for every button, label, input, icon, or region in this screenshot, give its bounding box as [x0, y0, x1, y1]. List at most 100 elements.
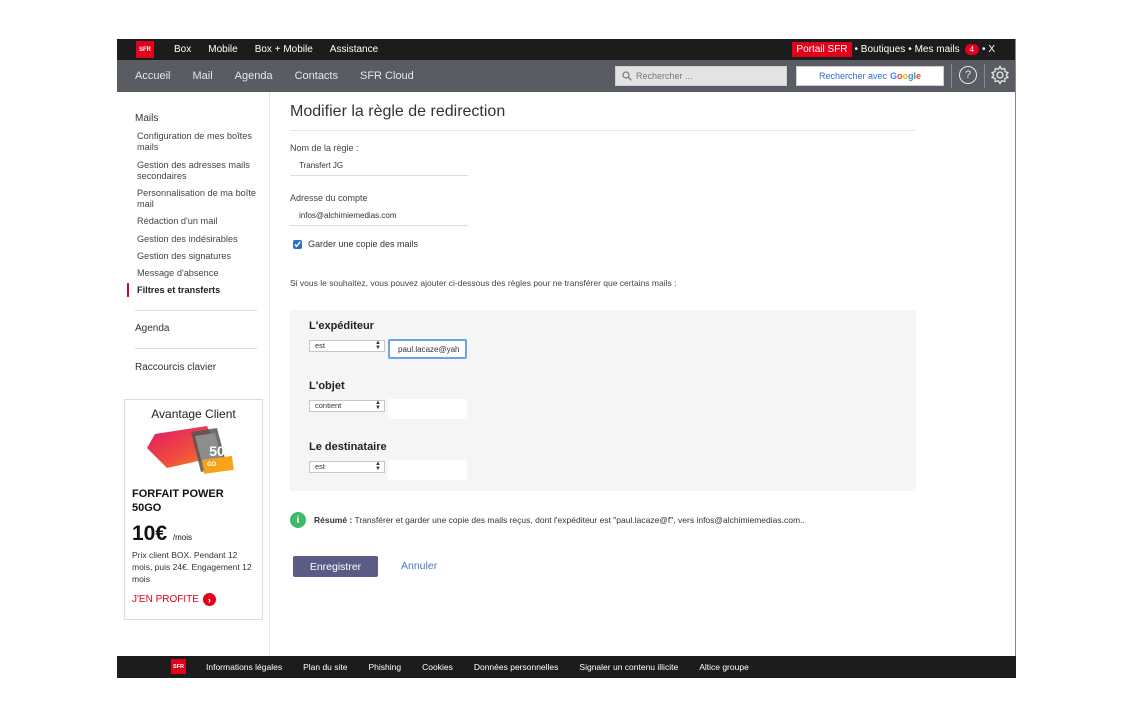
promo-title: Avantage Client — [151, 407, 236, 421]
nav-mail[interactable]: Mail — [192, 70, 212, 82]
rule-subject-title: L'objet — [309, 380, 345, 392]
title-divider — [290, 130, 916, 131]
promo-image-go: GO — [207, 462, 217, 468]
summary: i Résumé : Transférer et garder une copi… — [290, 512, 805, 528]
search-icon — [622, 71, 632, 81]
unread-mail-badge: 4 — [964, 44, 980, 55]
main-nav: Accueil Mail Agenda Contacts SFR Cloud — [135, 60, 414, 92]
top-nav-box[interactable]: Box — [174, 44, 191, 55]
nav-contacts[interactable]: Contacts — [295, 70, 338, 82]
top-nav: Box Mobile Box + Mobile Assistance — [174, 39, 378, 60]
rule-sender-title: L'expéditeur — [309, 320, 374, 332]
sidebar-section-raccourcis[interactable]: Raccourcis clavier — [135, 362, 216, 373]
page-title: Modifier la règle de redirection — [290, 103, 506, 120]
promo-description: Prix client BOX. Pendant 12 mois, puis 2… — [132, 550, 252, 584]
sidebar-item-signatures[interactable]: Gestion des signatures — [137, 251, 267, 262]
promo-price-unit: /mois — [172, 533, 193, 542]
cancel-link[interactable]: Annuler — [401, 560, 437, 572]
nav-accueil[interactable]: Accueil — [135, 70, 170, 82]
promo-image-50: 50 — [209, 443, 225, 459]
sidebar-item-indesirables[interactable]: Gestion des indésirables — [137, 234, 267, 245]
footer-link-altice[interactable]: Altice groupe — [699, 662, 749, 672]
keep-copy-checkbox[interactable] — [293, 239, 302, 249]
sfr-logo[interactable]: SFR — [136, 41, 154, 58]
promo-cta-link[interactable]: J'EN PROFITE › — [132, 593, 216, 606]
close-link[interactable]: • X — [982, 44, 995, 55]
top-nav-box-mobile[interactable]: Box + Mobile — [255, 44, 313, 55]
sidebar-divider — [135, 310, 257, 311]
top-nav-mobile[interactable]: Mobile — [208, 44, 237, 55]
sidebar-item-personnalisation[interactable]: Personnalisation de ma boîte mail — [137, 188, 267, 210]
save-button[interactable]: Enregistrer — [293, 556, 378, 577]
chevron-right-icon: › — [202, 593, 216, 606]
summary-text: Transférer et garder une copie des mails… — [354, 515, 805, 525]
sidebar-item-adresses-secondaires[interactable]: Gestion des adresses mails secondaires — [137, 160, 267, 182]
rule-subject-value-input[interactable] — [388, 399, 467, 419]
rule-recipient-title: Le destinataire — [309, 441, 387, 453]
rules-intro: Si vous le souhaitez, vous pouvez ajoute… — [290, 278, 677, 288]
footer-link-informations-legales[interactable]: Informations légales — [206, 662, 282, 672]
sidebar-item-filtres-transferts[interactable]: Filtres et transferts — [137, 285, 267, 296]
nav-divider — [984, 64, 985, 88]
rules-panel: L'expéditeur est ▲▼ L'objet contient ▲▼ … — [290, 310, 916, 491]
main-content: Modifier la règle de redirection Nom de … — [290, 92, 916, 652]
footer-link-phishing[interactable]: Phishing — [369, 662, 402, 672]
google-search-label: Rechercher avec — [818, 71, 887, 81]
rule-name-input[interactable] — [290, 156, 468, 176]
nav-divider — [951, 64, 952, 88]
keep-copy-option[interactable]: Garder une copie des mails — [293, 239, 418, 249]
info-icon: i — [290, 512, 306, 528]
nav-sfr-cloud[interactable]: SFR Cloud — [360, 70, 414, 82]
mes-mails-link[interactable]: • Mes mails — [908, 44, 959, 55]
account-input[interactable] — [290, 206, 468, 226]
footer-link-donnees-personnelles[interactable]: Données personnelles — [474, 662, 559, 672]
nav-agenda[interactable]: Agenda — [235, 70, 273, 82]
google-search-button[interactable]: Rechercher avec Google — [796, 66, 944, 86]
summary-label: Résumé : — [314, 515, 353, 525]
sidebar-section-mails[interactable]: Mails — [135, 113, 158, 124]
promo-card[interactable]: Avantage Client 50 GO FORFAIT POWER 50GO… — [124, 399, 263, 620]
rule-sender-value-input[interactable] — [388, 339, 467, 359]
sidebar-item-redaction[interactable]: Rédaction d'un mail — [137, 216, 267, 227]
promo-price: 10€ /mois — [132, 522, 192, 546]
footer: SFR Informations légales Plan du site Ph… — [117, 656, 1016, 678]
sidebar-section-agenda[interactable]: Agenda — [135, 323, 169, 334]
window-edge — [1015, 39, 1016, 656]
boutiques-link[interactable]: • Boutiques — [855, 44, 906, 55]
footer-links: Informations légales Plan du site Phishi… — [206, 656, 749, 678]
promo-price-value: 10€ — [132, 522, 168, 545]
rule-recipient-operator-value: est — [315, 462, 326, 471]
rule-sender-operator-value: est — [315, 341, 326, 350]
top-nav-assistance[interactable]: Assistance — [330, 44, 378, 55]
footer-link-signaler[interactable]: Signaler un contenu illicite — [579, 662, 678, 672]
footer-link-cookies[interactable]: Cookies — [422, 662, 453, 672]
rule-subject-operator-select[interactable]: contient ▲ ▼ — [309, 400, 385, 412]
select-arrows-icon: ▲ ▼ — [375, 340, 381, 351]
account-label: Adresse du compte — [290, 193, 368, 203]
rule-name-label: Nom de la règle : — [290, 143, 359, 153]
rule-recipient-operator-select[interactable]: est ▲ ▼ — [309, 461, 385, 473]
gear-icon[interactable] — [990, 65, 1010, 85]
sidebar-item-absence[interactable]: Message d'absence — [137, 268, 267, 279]
sidebar: Mails Configuration de mes boîtes mails … — [117, 92, 270, 656]
top-bar: SFR Box Mobile Box + Mobile Assistance P… — [117, 39, 1016, 60]
webmail-window: SFR Box Mobile Box + Mobile Assistance P… — [117, 39, 1016, 678]
keep-copy-label: Garder une copie des mails — [308, 239, 419, 249]
rule-sender-operator-select[interactable]: est ▲ ▼ — [309, 340, 385, 352]
select-arrows-icon: ▲ ▼ — [375, 461, 381, 472]
help-button[interactable]: ? — [959, 66, 977, 84]
main-navbar: Accueil Mail Agenda Contacts SFR Cloud R… — [117, 60, 1016, 92]
promo-phone-image: 50 GO — [147, 426, 234, 474]
promo-cta-label: J'EN PROFITE — [132, 594, 199, 605]
sidebar-item-configuration[interactable]: Configuration de mes boîtes mails — [137, 131, 267, 153]
search-box — [615, 66, 787, 86]
active-indicator — [127, 283, 129, 297]
footer-link-plan-du-site[interactable]: Plan du site — [303, 662, 347, 672]
rule-recipient-value-input[interactable] — [388, 460, 467, 480]
sidebar-divider — [135, 348, 257, 349]
footer-sfr-logo[interactable]: SFR — [171, 659, 186, 674]
promo-name: FORFAIT POWER 50GO — [132, 488, 224, 514]
search-input[interactable] — [636, 71, 776, 81]
portail-sfr-link[interactable]: Portail SFR — [792, 42, 852, 57]
select-arrows-icon: ▲ ▼ — [375, 400, 381, 411]
